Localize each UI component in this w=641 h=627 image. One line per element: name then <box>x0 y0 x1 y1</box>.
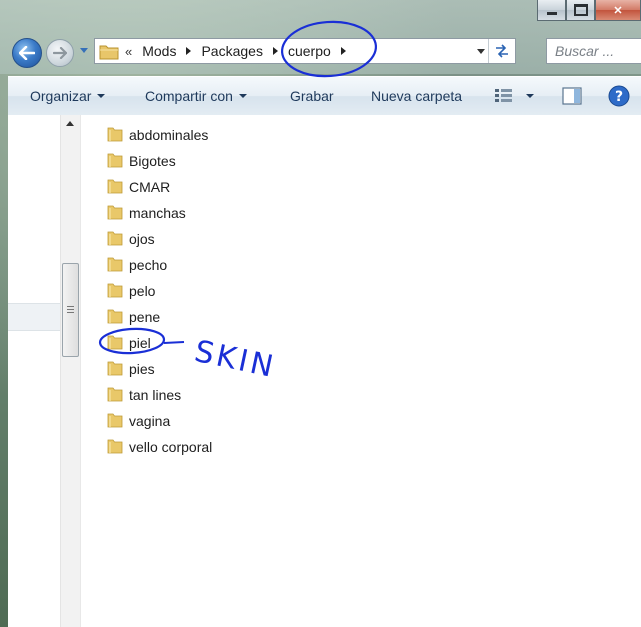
scroll-up-icon[interactable] <box>66 121 74 126</box>
folder-icon <box>107 153 123 168</box>
preview-pane-button[interactable] <box>562 77 582 115</box>
folder-name: pies <box>129 361 155 377</box>
command-bar: Organizar Compartir con Grabar Nueva car… <box>8 76 641 116</box>
navigation-pane-selected-item[interactable] <box>8 303 60 331</box>
folder-icon <box>107 179 123 194</box>
list-item[interactable]: pelo <box>106 278 212 304</box>
folder-icon <box>107 127 123 142</box>
navigation-pane-scrollbar[interactable] <box>60 115 80 627</box>
list-item[interactable]: vello corporal <box>106 434 212 460</box>
folder-name: pecho <box>129 257 168 273</box>
list-item[interactable]: ojos <box>106 226 212 252</box>
address-bar[interactable]: « Mods Packages cuerpo <box>94 38 516 64</box>
grip-icon <box>67 312 74 313</box>
caption-buttons: ✕ <box>537 0 641 21</box>
view-list-icon <box>495 89 512 102</box>
breadcrumb-item-cuerpo[interactable]: cuerpo <box>288 43 331 59</box>
share-menu-button[interactable]: Compartir con <box>145 77 247 115</box>
folder-icon <box>107 439 123 454</box>
maximize-icon <box>573 4 588 16</box>
list-item[interactable]: tan lines <box>106 382 212 408</box>
folder-name: tan lines <box>129 387 182 403</box>
folder-name: vello corporal <box>129 439 213 455</box>
list-item[interactable]: pene <box>106 304 212 330</box>
breadcrumb: « Mods Packages cuerpo <box>125 39 356 63</box>
help-icon: ? <box>608 85 630 107</box>
folder-icon <box>107 387 123 402</box>
breadcrumb-separator-icon[interactable] <box>272 47 278 55</box>
minimize-button[interactable] <box>537 0 566 21</box>
new-folder-button[interactable]: Nueva carpeta <box>371 77 462 115</box>
new-folder-label: Nueva carpeta <box>371 88 463 104</box>
folder-name: piel <box>129 335 151 351</box>
list-item[interactable]: vagina <box>106 408 212 434</box>
folder-icon <box>107 283 123 298</box>
svg-text:?: ? <box>615 89 623 105</box>
maximize-button[interactable] <box>566 0 595 21</box>
folder-icon <box>107 413 123 428</box>
arrow-left-icon <box>19 46 35 60</box>
file-list: abdominales Bigotes CMAR manchas ojos pecho pe… <box>106 122 212 460</box>
help-button[interactable]: ? <box>608 77 630 115</box>
folder-name: manchas <box>129 205 186 221</box>
breadcrumb-overflow[interactable]: « <box>125 44 132 59</box>
recent-pages-dropdown[interactable] <box>80 48 88 53</box>
list-item[interactable]: piel <box>106 330 212 356</box>
search-input[interactable]: Buscar ... <box>546 38 641 64</box>
refresh-icon <box>496 44 508 58</box>
list-item[interactable]: manchas <box>106 200 212 226</box>
list-item[interactable]: abdominales <box>106 122 212 148</box>
folder-icon <box>107 335 123 350</box>
navigation-bar: « Mods Packages cuerpo Buscar ... <box>8 36 641 68</box>
burn-label: Grabar <box>290 88 334 104</box>
breadcrumb-item-packages[interactable]: Packages <box>201 43 262 59</box>
navigation-pane[interactable] <box>8 115 60 627</box>
folder-name: Bigotes <box>129 153 176 169</box>
folder-name: pene <box>129 309 161 325</box>
chevron-down-icon <box>526 94 534 98</box>
chevron-down-icon <box>238 94 247 98</box>
grip-icon <box>67 306 74 307</box>
folder-icon <box>107 361 123 376</box>
burn-button[interactable]: Grabar <box>290 77 334 115</box>
close-button[interactable]: ✕ <box>595 0 641 21</box>
address-dropdown-icon[interactable] <box>477 49 485 54</box>
explorer-window: ✕ « Mods Packages cuerpo Buscar ... Orga… <box>0 0 641 627</box>
organize-label: Organizar <box>30 88 92 104</box>
list-item[interactable]: Bigotes <box>106 148 212 174</box>
folder-icon <box>99 45 119 60</box>
content-area: abdominales Bigotes CMAR manchas ojos pecho pe… <box>8 115 641 627</box>
scrollbar-thumb[interactable] <box>62 263 79 357</box>
list-item[interactable]: CMAR <box>106 174 212 200</box>
back-button[interactable] <box>12 38 42 68</box>
folder-name: pelo <box>129 283 156 299</box>
list-item[interactable]: pecho <box>106 252 212 278</box>
organize-menu-button[interactable]: Organizar <box>30 77 106 115</box>
forward-button[interactable] <box>46 39 74 67</box>
folder-name: abdominales <box>129 127 209 143</box>
arrow-right-icon <box>53 47 67 59</box>
refresh-button[interactable] <box>488 39 515 63</box>
list-item[interactable]: pies <box>106 356 212 382</box>
folder-icon <box>107 309 123 324</box>
folder-icon <box>107 205 123 220</box>
views-button[interactable] <box>494 77 534 115</box>
minimize-icon <box>546 11 557 15</box>
folder-name: ojos <box>129 231 155 247</box>
pane-divider[interactable] <box>80 115 81 627</box>
chevron-down-icon <box>97 94 106 98</box>
grip-icon <box>67 309 74 310</box>
breadcrumb-separator-icon[interactable] <box>186 47 192 55</box>
folder-name: CMAR <box>129 179 171 195</box>
breadcrumb-separator-icon[interactable] <box>340 47 346 55</box>
breadcrumb-item-mods[interactable]: Mods <box>142 43 176 59</box>
folder-icon <box>107 257 123 272</box>
folder-name: vagina <box>129 413 171 429</box>
preview-pane-icon <box>562 87 582 105</box>
folder-icon <box>107 231 123 246</box>
share-label: Compartir con <box>145 88 233 104</box>
